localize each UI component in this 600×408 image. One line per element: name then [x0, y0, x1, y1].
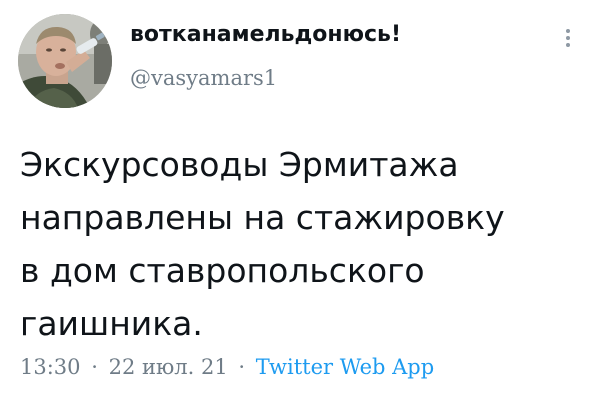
tweet-card: вотканамельдонюсь! @vasyamars1 Экскурсов… — [0, 0, 600, 408]
avatar-photo — [18, 14, 112, 108]
more-dot — [566, 36, 570, 40]
tweet-text-line: Экскурсоводы Эрмитажа — [20, 145, 459, 184]
more-vertical-icon[interactable] — [558, 26, 578, 56]
avatar[interactable] — [18, 14, 112, 108]
meta-separator: · — [91, 355, 98, 379]
tweet-meta: 13:30 · 22 июл. 21 · Twitter Web App — [20, 355, 434, 379]
tweet-text: Экскурсоводы Эрмитажа направлены на стаж… — [20, 138, 590, 350]
meta-separator: · — [238, 355, 246, 379]
tweet-date[interactable]: 22 июл. 21 — [109, 355, 228, 379]
tweet-text-line: в дом ставропольского — [20, 251, 425, 290]
tweet-time[interactable]: 13:30 — [20, 355, 81, 379]
more-dot — [566, 29, 570, 33]
tweet-source-link[interactable]: Twitter Web App — [256, 355, 434, 379]
tweet-text-line: направлены на стажировку — [20, 198, 505, 237]
author-handle[interactable]: @vasyamars1 — [130, 66, 277, 90]
author-display-name[interactable]: вотканамельдонюсь! — [130, 22, 401, 47]
tweet-text-line: гаишника. — [20, 304, 203, 343]
more-dot — [566, 43, 570, 47]
